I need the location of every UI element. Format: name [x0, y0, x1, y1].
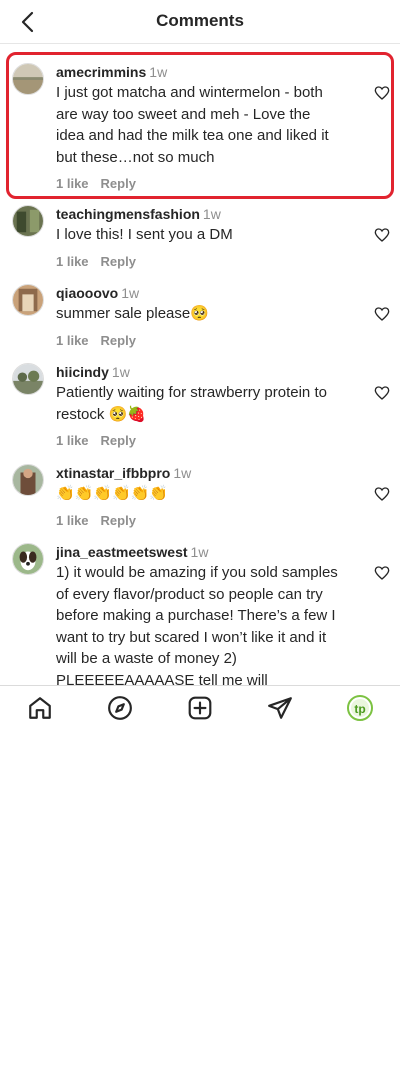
- page-title: Comments: [156, 11, 244, 30]
- tab-create[interactable]: [186, 694, 214, 722]
- comment-text: Patiently waiting for strawberry protein…: [56, 384, 327, 423]
- avatar[interactable]: [12, 543, 44, 575]
- tab-home[interactable]: [26, 694, 54, 722]
- comment-text: summer sale please🥺: [56, 305, 209, 322]
- avatar[interactable]: [12, 363, 44, 395]
- reply-button[interactable]: Reply: [101, 513, 136, 528]
- direct-icon: [268, 697, 292, 719]
- username[interactable]: teachingmensfashion: [56, 206, 200, 222]
- reply-button[interactable]: Reply: [101, 254, 136, 269]
- heart-icon[interactable]: [374, 565, 390, 581]
- timestamp: 1w: [121, 285, 140, 301]
- list-item: amecrimmins 1w I just got matcha and wint…: [0, 63, 400, 191]
- reply-button[interactable]: Reply: [101, 333, 136, 348]
- timestamp: 1w: [173, 465, 192, 481]
- like-count[interactable]: 1 like: [56, 513, 89, 528]
- explore-icon: [108, 696, 132, 720]
- list-item: hiicindy 1w Patiently waiting for strawbe…: [0, 363, 400, 448]
- avatar[interactable]: [12, 205, 44, 237]
- comment-text: I love this! I sent you a DM: [56, 226, 233, 243]
- avatar[interactable]: [12, 464, 44, 496]
- heart-icon[interactable]: [374, 306, 390, 322]
- profile-initials: tp: [354, 701, 366, 716]
- timestamp: 1w: [202, 206, 221, 222]
- list-item: jina_eastmeetswest 1w 1) it would be amaz…: [0, 543, 400, 685]
- heart-icon[interactable]: [374, 85, 390, 101]
- comment-text: I just got matcha and wintermelon - both…: [56, 84, 329, 166]
- create-icon: [188, 696, 212, 720]
- comment-text: 👏👏👏👏👏👏: [56, 485, 169, 502]
- username[interactable]: qiaooovo: [56, 285, 118, 301]
- like-count[interactable]: 1 like: [56, 433, 89, 448]
- timestamp: 1w: [149, 64, 168, 80]
- comments-list[interactable]: amecrimmins 1w I just got matcha and wint…: [0, 45, 400, 685]
- reply-button[interactable]: Reply: [101, 176, 136, 191]
- comment-text: 1) it would be amazing if you sold sampl…: [56, 564, 338, 685]
- avatar[interactable]: [12, 284, 44, 316]
- tab-profile[interactable]: tp: [346, 694, 374, 722]
- username[interactable]: hiicindy: [56, 364, 109, 380]
- username[interactable]: xtinastar_ifbbpro: [56, 465, 170, 481]
- like-count[interactable]: 1 like: [56, 176, 89, 191]
- timestamp: 1w: [111, 364, 130, 380]
- heart-icon[interactable]: [374, 385, 390, 401]
- list-item: qiaooovo 1w summer sale please🥺 1 like Re…: [0, 284, 400, 348]
- tab-direct[interactable]: [266, 694, 294, 722]
- home-icon: [29, 697, 51, 719]
- like-count[interactable]: 1 like: [56, 254, 89, 269]
- avatar[interactable]: [12, 63, 44, 95]
- header: Comments: [0, 0, 400, 44]
- heart-icon[interactable]: [374, 486, 390, 502]
- timestamp: 1w: [190, 544, 209, 560]
- heart-icon[interactable]: [374, 227, 390, 243]
- username[interactable]: jina_eastmeetswest: [56, 544, 188, 560]
- list-item: xtinastar_ifbbpro 1w 👏👏👏👏👏👏 1 like Reply: [0, 464, 400, 528]
- list-item: teachingmensfashion 1w I love this! I sen…: [0, 205, 400, 269]
- tab-bar: tp: [0, 685, 400, 730]
- like-count[interactable]: 1 like: [56, 333, 89, 348]
- reply-button[interactable]: Reply: [101, 433, 136, 448]
- username[interactable]: amecrimmins: [56, 64, 146, 80]
- tab-explore[interactable]: [106, 694, 134, 722]
